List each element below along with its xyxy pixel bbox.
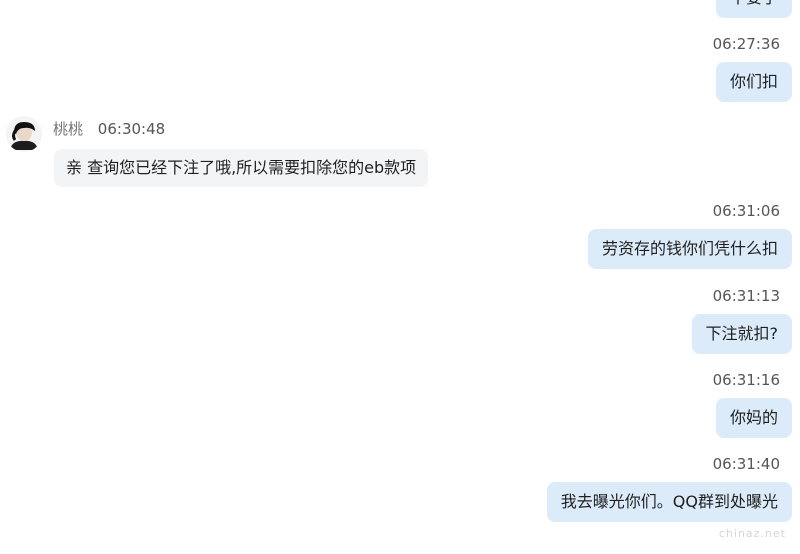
- message-bubble[interactable]: 下注就扣?: [691, 314, 792, 354]
- watermark: chinaz.net: [718, 527, 786, 540]
- chat-message-list[interactable]: 不要了 06:27:36 你们扣 桃桃 06:30:48 亲 查询您已经下注了哦…: [0, 0, 800, 554]
- message-timestamp: 06:31:13: [712, 287, 780, 305]
- message-right: 06:27:36 你们扣: [713, 34, 792, 102]
- message-timestamp: 06:31:06: [712, 202, 780, 220]
- message-header: 桃桃 06:30:48: [53, 118, 165, 139]
- message-bubble[interactable]: 你妈的: [715, 398, 792, 438]
- message-bubble[interactable]: 不要了: [715, 0, 792, 18]
- message-right: 06:31:16 你妈的: [713, 370, 792, 438]
- message-bubble[interactable]: 我去曝光你们。QQ群到处曝光: [546, 482, 792, 522]
- message-timestamp: 06:30:48: [97, 120, 166, 138]
- sender-name[interactable]: 桃桃: [53, 120, 83, 138]
- message-timestamp: 06:27:36: [712, 35, 780, 53]
- message-bubble[interactable]: 你们扣: [715, 62, 792, 102]
- message-bubble[interactable]: 劳资存的钱你们凭什么扣: [587, 229, 792, 269]
- message-timestamp: 06:31:16: [712, 371, 780, 389]
- message-right: 不要了: [715, 0, 792, 18]
- avatar[interactable]: [6, 116, 42, 152]
- message-right: 06:31:40 我去曝光你们。QQ群到处曝光: [546, 454, 792, 522]
- user-avatar-icon: [6, 116, 42, 152]
- message-timestamp: 06:31:40: [712, 455, 780, 473]
- message-right: 06:31:06 劳资存的钱你们凭什么扣: [587, 201, 792, 269]
- message-right: 06:31:13 下注就扣?: [691, 286, 792, 354]
- message-bubble[interactable]: 亲 查询您已经下注了哦,所以需要扣除您的eb款项: [54, 149, 429, 187]
